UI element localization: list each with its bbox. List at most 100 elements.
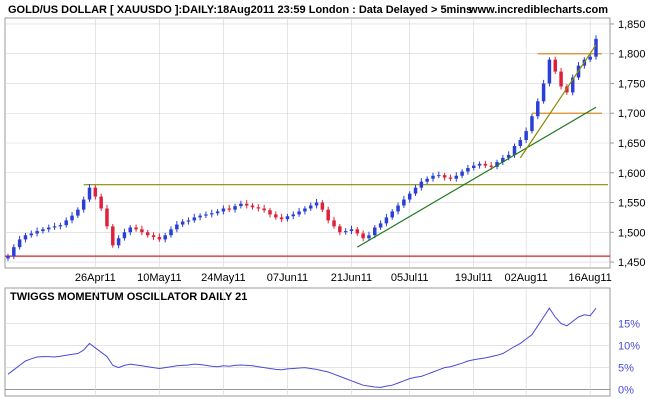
candle-body bbox=[52, 226, 57, 228]
price-x-tick-label: 10May11 bbox=[137, 272, 181, 284]
candle-body bbox=[320, 202, 325, 210]
candle-body bbox=[180, 221, 185, 225]
candle-body bbox=[477, 163, 482, 166]
price-levels bbox=[5, 53, 610, 257]
candle-body bbox=[93, 187, 98, 197]
candle-body bbox=[47, 227, 51, 230]
candle-body bbox=[594, 38, 598, 57]
candle-body bbox=[192, 217, 197, 221]
oscillator-y-tick-label: 0% bbox=[618, 385, 634, 397]
candle-body bbox=[250, 205, 255, 208]
candle-body bbox=[244, 203, 249, 206]
candle-body bbox=[547, 59, 552, 84]
candle-body bbox=[81, 199, 86, 210]
candle-body bbox=[413, 187, 418, 194]
oscillator-y-tick-label: 10% bbox=[618, 341, 640, 353]
candle-body bbox=[233, 206, 237, 210]
candle-body bbox=[6, 256, 10, 259]
candle-body bbox=[105, 208, 109, 227]
candle-body bbox=[378, 223, 383, 228]
candle-body bbox=[163, 235, 167, 240]
price-x-tick-label: 24May11 bbox=[201, 272, 245, 284]
candle-body bbox=[157, 237, 162, 240]
candle-body bbox=[332, 220, 336, 227]
price-y-tick-label: 1,700 bbox=[618, 108, 646, 120]
price-y-tick-label: 1,600 bbox=[618, 168, 646, 180]
price-x-tick-label: 02Aug11 bbox=[505, 272, 548, 284]
price-x-tick-label: 16Aug11 bbox=[569, 272, 612, 284]
candle-body bbox=[303, 208, 307, 212]
candle-body bbox=[256, 207, 261, 209]
candle-body bbox=[274, 214, 278, 218]
candle-body bbox=[541, 83, 546, 102]
price-x-tick-label: 07Jun11 bbox=[267, 272, 308, 284]
candle-body bbox=[87, 187, 92, 200]
candle-body bbox=[553, 59, 557, 72]
candle-body bbox=[536, 101, 540, 117]
candle-body bbox=[326, 209, 330, 221]
candle-body bbox=[483, 163, 488, 166]
price-y-tick-label: 1,850 bbox=[618, 19, 646, 31]
candle-body bbox=[128, 227, 133, 233]
candle-body bbox=[471, 165, 476, 168]
candle-body bbox=[64, 220, 68, 226]
candle-body bbox=[76, 209, 80, 216]
candle-body bbox=[134, 227, 138, 230]
candle-body bbox=[111, 226, 115, 246]
candle-body bbox=[41, 229, 45, 232]
candle-body bbox=[221, 208, 226, 212]
candle-body bbox=[419, 181, 424, 188]
price-y-axis: 1,850 1,800 1,750 1,700 1,650 1,600 1,550 1,500… bbox=[610, 19, 646, 269]
oscillator-grid bbox=[5, 288, 610, 396]
candle-body bbox=[355, 229, 360, 234]
candle-body bbox=[186, 220, 191, 222]
candle-body bbox=[169, 229, 173, 236]
candle-body bbox=[99, 196, 103, 209]
candle-body bbox=[204, 214, 208, 216]
oscillator-title: TWIGGS MOMENTUM OSCILLATOR DAILY 21 bbox=[10, 291, 247, 303]
candle-body bbox=[466, 168, 470, 172]
candle-body bbox=[291, 214, 296, 217]
price-y-tick-label: 1,800 bbox=[618, 49, 646, 61]
candle-body bbox=[448, 177, 453, 179]
oscillator-series-line bbox=[7, 307, 597, 388]
candle-body bbox=[314, 202, 319, 206]
oscillator-y-tick-label: 15% bbox=[618, 319, 640, 331]
candle-body bbox=[145, 232, 150, 236]
price-y-tick-label: 1,650 bbox=[618, 138, 646, 150]
candle-body bbox=[227, 208, 231, 210]
candle-body bbox=[279, 217, 284, 220]
candle-body bbox=[361, 233, 365, 239]
candle-body bbox=[431, 175, 435, 179]
gold-chart: 1,850 1,800 1,750 1,700 1,650 1,600 1,550 1,500… bbox=[4, 4, 646, 397]
candle-body bbox=[198, 215, 202, 218]
candle-body bbox=[373, 227, 377, 236]
candle-body bbox=[297, 211, 301, 215]
candle-body bbox=[454, 175, 459, 179]
candle-body bbox=[175, 224, 179, 230]
candle-body bbox=[268, 210, 272, 215]
price-y-tick-label: 1,500 bbox=[618, 227, 646, 239]
candle-body bbox=[308, 205, 313, 209]
candle-body bbox=[151, 235, 156, 238]
candle-body bbox=[116, 238, 121, 246]
chart-title: GOLD/US DOLLAR [ XAUUSDO ]:DAILY:18Aug20… bbox=[8, 4, 472, 16]
candle-body bbox=[588, 56, 592, 60]
price-x-tick-label: 26Apr11 bbox=[75, 272, 116, 284]
candle-body bbox=[58, 225, 63, 227]
candle-body bbox=[518, 140, 523, 146]
price-x-axis: 26Apr11 10May11 24May11 07Jun11 21Jun11 05Jul… bbox=[75, 272, 612, 284]
candle-body bbox=[210, 213, 214, 215]
candle-body bbox=[262, 208, 266, 211]
candle-body bbox=[338, 226, 342, 233]
candle-body bbox=[524, 131, 528, 141]
oscillator-panel-frame bbox=[4, 287, 611, 397]
long-trendline bbox=[357, 106, 597, 248]
candle-body bbox=[390, 211, 394, 218]
candle-body bbox=[35, 231, 39, 234]
candle-body bbox=[17, 239, 22, 248]
candle-body bbox=[402, 199, 406, 206]
price-y-tick-label: 1,750 bbox=[618, 78, 646, 90]
price-y-tick-label: 1,550 bbox=[618, 198, 646, 210]
candle-body bbox=[425, 178, 429, 182]
